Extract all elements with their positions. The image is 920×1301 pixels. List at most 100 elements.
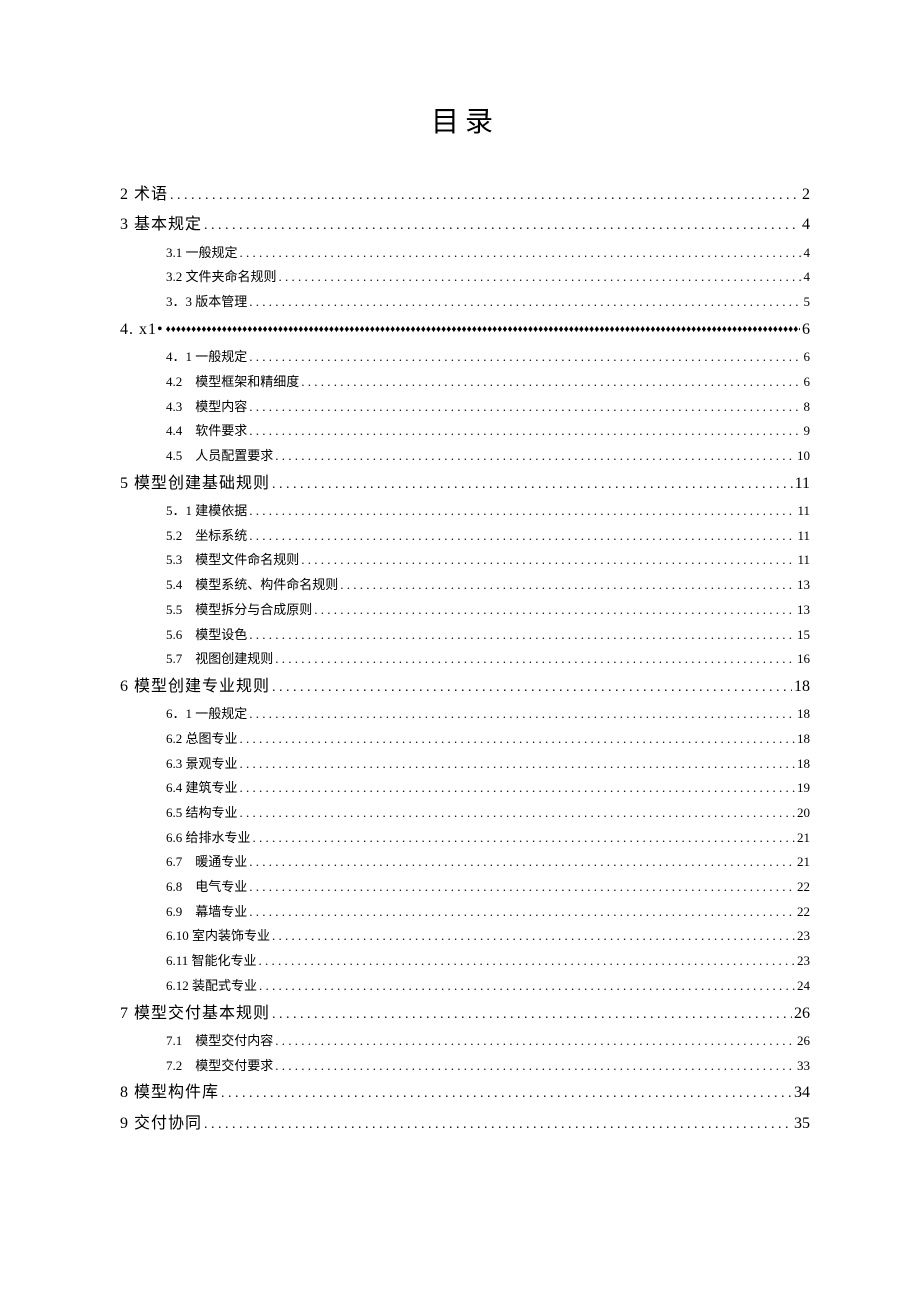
toc-entry-label: 6.4 建筑专业: [166, 776, 238, 801]
toc-entry-label: 6.3 景观专业: [166, 752, 238, 777]
toc-entry[interactable]: 5.7 视图创建规则16: [120, 647, 810, 672]
toc-leader: [275, 1029, 795, 1054]
toc-leader: [240, 752, 795, 777]
toc-entry-label: 4.2 模型框架和精细度: [166, 370, 299, 395]
toc-entry[interactable]: 4.4 软件要求9: [120, 419, 810, 444]
toc-entry[interactable]: 7.2 模型交付要求33: [120, 1054, 810, 1079]
toc-entry[interactable]: 4.2 模型框架和精细度6: [120, 370, 810, 395]
toc-entry-label: 3.2 文件夹命名规则: [166, 265, 277, 290]
page: 目录 2 术语23 基本规定43.1 一般规定43.2 文件夹命名规则43．3 …: [0, 0, 920, 1301]
toc-entry[interactable]: 6.7 暖通专业21: [120, 850, 810, 875]
toc-entry-page: 6: [804, 345, 811, 370]
toc-leader: [249, 623, 795, 648]
toc-entry-page: 11: [797, 524, 810, 549]
toc-entry[interactable]: 6.5 结构专业 20: [120, 801, 810, 826]
toc-entry-page: 18: [797, 702, 810, 727]
toc-entry-page: 13: [797, 573, 810, 598]
toc-entry-page: 9: [804, 419, 811, 444]
toc-leader: [314, 598, 795, 623]
toc-leader: [249, 702, 795, 727]
toc-entry-page: 26: [797, 1029, 810, 1054]
toc-entry[interactable]: 6.4 建筑专业 19: [120, 776, 810, 801]
toc-entry[interactable]: 5.2 坐标系统 11: [120, 524, 810, 549]
toc-leader: [301, 548, 795, 573]
toc-entry-label: 4.5 人员配置要求: [166, 444, 273, 469]
toc-entry[interactable]: 5.4 模型系统、构件命名规则 13: [120, 573, 810, 598]
toc-entry-label: 6.2 总图专业: [166, 727, 238, 752]
toc-leader: [204, 213, 800, 240]
toc-entry-label: 3．3 版本管理: [166, 290, 247, 315]
toc-entry[interactable]: 3 基本规定4: [120, 210, 810, 240]
toc-entry[interactable]: 6 模型创建专业规则18: [120, 672, 810, 702]
toc-container: 2 术语23 基本规定43.1 一般规定43.2 文件夹命名规则43．3 版本管…: [120, 180, 810, 1139]
toc-entry-label: 5.4 模型系统、构件命名规则: [166, 573, 338, 598]
toc-entry[interactable]: 6.9 幕墙专业22: [120, 900, 810, 925]
toc-entry-label: 7 模型交付基本规则: [120, 999, 270, 1029]
toc-entry-label: 4．1 一般规定: [166, 345, 247, 370]
toc-entry[interactable]: 3．3 版本管理 5: [120, 290, 810, 315]
toc-entry[interactable]: 3.1 一般规定 4: [120, 241, 810, 266]
toc-entry[interactable]: 4. x1•6: [120, 315, 810, 345]
toc-leader: [204, 1112, 792, 1139]
toc-leader: [249, 499, 795, 524]
toc-entry[interactable]: 7 模型交付基本规则26: [120, 999, 810, 1029]
toc-entry[interactable]: 6.12 装配式专业24: [120, 974, 810, 999]
toc-entry[interactable]: 6．1 一般规定18: [120, 702, 810, 727]
toc-entry-label: 6.5 结构专业: [166, 801, 238, 826]
toc-entry-label: 3.1 一般规定: [166, 241, 238, 266]
toc-entry-page: 22: [797, 875, 810, 900]
toc-entry-page: 21: [797, 826, 810, 851]
toc-leader: [166, 322, 800, 341]
toc-entry[interactable]: 3.2 文件夹命名规则 4: [120, 265, 810, 290]
toc-entry-label: 6.9 幕墙专业: [166, 900, 247, 925]
toc-entry[interactable]: 4.5 人员配置要求10: [120, 444, 810, 469]
toc-entry[interactable]: 6.2 总图专业18: [120, 727, 810, 752]
toc-entry[interactable]: 6.11 智能化专业23: [120, 949, 810, 974]
toc-entry-page: 13: [797, 598, 810, 623]
toc-entry-label: 7.1 模型交付内容: [166, 1029, 273, 1054]
toc-entry-page: 33: [797, 1054, 810, 1079]
toc-entry[interactable]: 6.6 给排水专业21: [120, 826, 810, 851]
toc-entry[interactable]: 6.8 电气专业22: [120, 875, 810, 900]
toc-entry-page: 19: [797, 776, 810, 801]
toc-entry-page: 8: [804, 395, 811, 420]
toc-entry-label: 8 模型构件库: [120, 1078, 219, 1108]
toc-entry-label: 3 基本规定: [120, 210, 202, 240]
toc-entry-page: 24: [797, 974, 810, 999]
toc-entry-page: 20: [797, 801, 810, 826]
toc-entry-page: 4: [804, 265, 811, 290]
toc-entry-page: 11: [797, 499, 810, 524]
toc-title: 目录: [120, 100, 810, 140]
toc-entry-page: 4: [804, 241, 811, 266]
toc-entry[interactable]: 9 交付协同35: [120, 1109, 810, 1139]
toc-leader: [275, 647, 795, 672]
toc-entry[interactable]: 5.6 模型设色15: [120, 623, 810, 648]
toc-entry[interactable]: 5 模型创建基础规则11: [120, 469, 810, 499]
toc-entry[interactable]: 5.3 模型文件命名规则11: [120, 548, 810, 573]
toc-entry[interactable]: 6.3 景观专业 18: [120, 752, 810, 777]
toc-entry[interactable]: 4.3 模型内容8: [120, 395, 810, 420]
toc-leader: [249, 524, 795, 549]
toc-entry[interactable]: 4．1 一般规定 6: [120, 345, 810, 370]
toc-entry[interactable]: 5．1 建模依据11: [120, 499, 810, 524]
toc-entry-label: 5 模型创建基础规则: [120, 469, 270, 499]
toc-leader: [221, 1081, 792, 1108]
toc-leader: [170, 183, 800, 210]
toc-entry-page: 5: [804, 290, 811, 315]
toc-entry-label: 5.2 坐标系统: [166, 524, 247, 549]
toc-entry-page: 18: [797, 752, 810, 777]
toc-entry-label: 4. x1•: [120, 315, 164, 345]
toc-entry[interactable]: 7.1 模型交付内容 26: [120, 1029, 810, 1054]
toc-entry[interactable]: 8 模型构件库 34: [120, 1078, 810, 1108]
toc-leader: [249, 345, 801, 370]
toc-entry[interactable]: 2 术语2: [120, 180, 810, 210]
toc-entry[interactable]: 6.10 室内装饰专业23: [120, 924, 810, 949]
toc-entry[interactable]: 5.5 模型拆分与合成原则13: [120, 598, 810, 623]
toc-leader: [249, 395, 801, 420]
toc-entry-label: 6.10 室内装饰专业: [166, 924, 270, 949]
toc-leader: [249, 850, 795, 875]
toc-entry-page: 34: [794, 1078, 810, 1108]
toc-leader: [272, 1002, 792, 1029]
toc-leader: [249, 875, 795, 900]
toc-entry-page: 2: [802, 180, 810, 210]
